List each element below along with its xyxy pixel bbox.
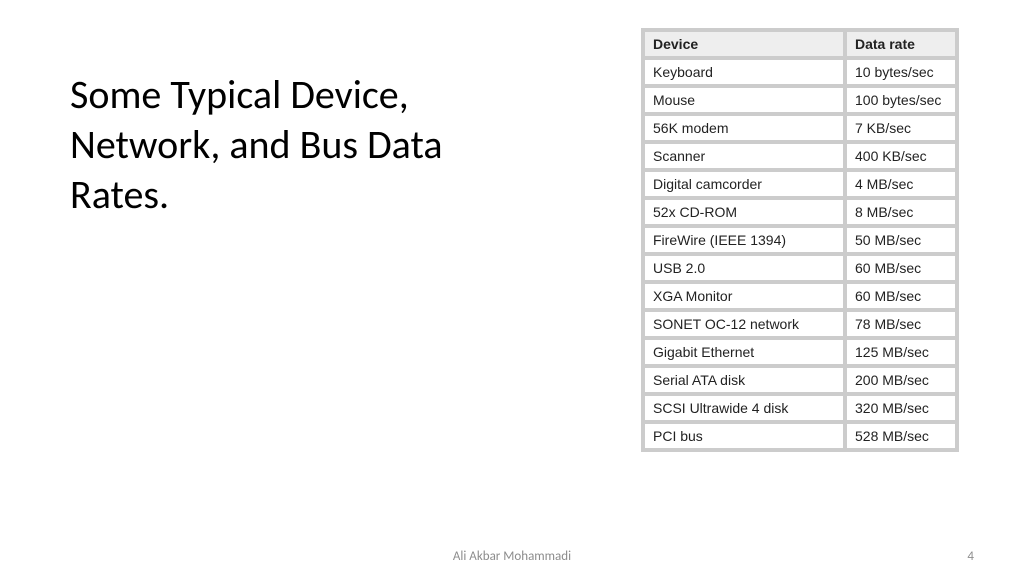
table-row: USB 2.060 MB/sec xyxy=(644,255,956,281)
table-cell-device: Mouse xyxy=(644,87,844,113)
table-cell-device: SCSI Ultrawide 4 disk xyxy=(644,395,844,421)
footer-page-number: 4 xyxy=(967,549,974,564)
table-cell-rate: 60 MB/sec xyxy=(846,255,956,281)
table-cell-rate: 400 KB/sec xyxy=(846,143,956,169)
table-cell-device: SONET OC-12 network xyxy=(644,311,844,337)
table-cell-device: Digital camcorder xyxy=(644,171,844,197)
table-row: 52x CD-ROM8 MB/sec xyxy=(644,199,956,225)
table-cell-rate: 10 bytes/sec xyxy=(846,59,956,85)
table-cell-device: USB 2.0 xyxy=(644,255,844,281)
slide: Some Typical Device, Network, and Bus Da… xyxy=(0,0,1024,576)
table-row: SCSI Ultrawide 4 disk320 MB/sec xyxy=(644,395,956,421)
table-cell-rate: 528 MB/sec xyxy=(846,423,956,449)
table-row: XGA Monitor60 MB/sec xyxy=(644,283,956,309)
table-row: SONET OC-12 network78 MB/sec xyxy=(644,311,956,337)
footer-author: Ali Akbar Mohammadi xyxy=(0,549,1024,564)
table-row: Gigabit Ethernet125 MB/sec xyxy=(644,339,956,365)
table-cell-rate: 8 MB/sec xyxy=(846,199,956,225)
slide-title: Some Typical Device, Network, and Bus Da… xyxy=(70,70,490,220)
table-cell-rate: 60 MB/sec xyxy=(846,283,956,309)
table-cell-device: XGA Monitor xyxy=(644,283,844,309)
table-cell-rate: 4 MB/sec xyxy=(846,171,956,197)
table-row: Keyboard10 bytes/sec xyxy=(644,59,956,85)
table-cell-rate: 100 bytes/sec xyxy=(846,87,956,113)
table-header-rate: Data rate xyxy=(846,31,956,57)
table-header-device: Device xyxy=(644,31,844,57)
table-header-row: Device Data rate xyxy=(644,31,956,57)
table-cell-device: 52x CD-ROM xyxy=(644,199,844,225)
table-row: Mouse100 bytes/sec xyxy=(644,87,956,113)
table-cell-device: Scanner xyxy=(644,143,844,169)
table-row: 56K modem7 KB/sec xyxy=(644,115,956,141)
table-cell-rate: 50 MB/sec xyxy=(846,227,956,253)
table-cell-rate: 320 MB/sec xyxy=(846,395,956,421)
table-cell-device: FireWire (IEEE 1394) xyxy=(644,227,844,253)
table-row: Digital camcorder4 MB/sec xyxy=(644,171,956,197)
table-cell-rate: 7 KB/sec xyxy=(846,115,956,141)
table-cell-device: 56K modem xyxy=(644,115,844,141)
table-row: FireWire (IEEE 1394)50 MB/sec xyxy=(644,227,956,253)
table-cell-rate: 78 MB/sec xyxy=(846,311,956,337)
table-cell-device: Keyboard xyxy=(644,59,844,85)
table-cell-device: Gigabit Ethernet xyxy=(644,339,844,365)
table-row: Serial ATA disk200 MB/sec xyxy=(644,367,956,393)
table-cell-rate: 125 MB/sec xyxy=(846,339,956,365)
table-row: Scanner400 KB/sec xyxy=(644,143,956,169)
table-cell-rate: 200 MB/sec xyxy=(846,367,956,393)
table-row: PCI bus528 MB/sec xyxy=(644,423,956,449)
data-rates-table: Device Data rate Keyboard10 bytes/secMou… xyxy=(641,28,959,452)
table-cell-device: PCI bus xyxy=(644,423,844,449)
table-cell-device: Serial ATA disk xyxy=(644,367,844,393)
